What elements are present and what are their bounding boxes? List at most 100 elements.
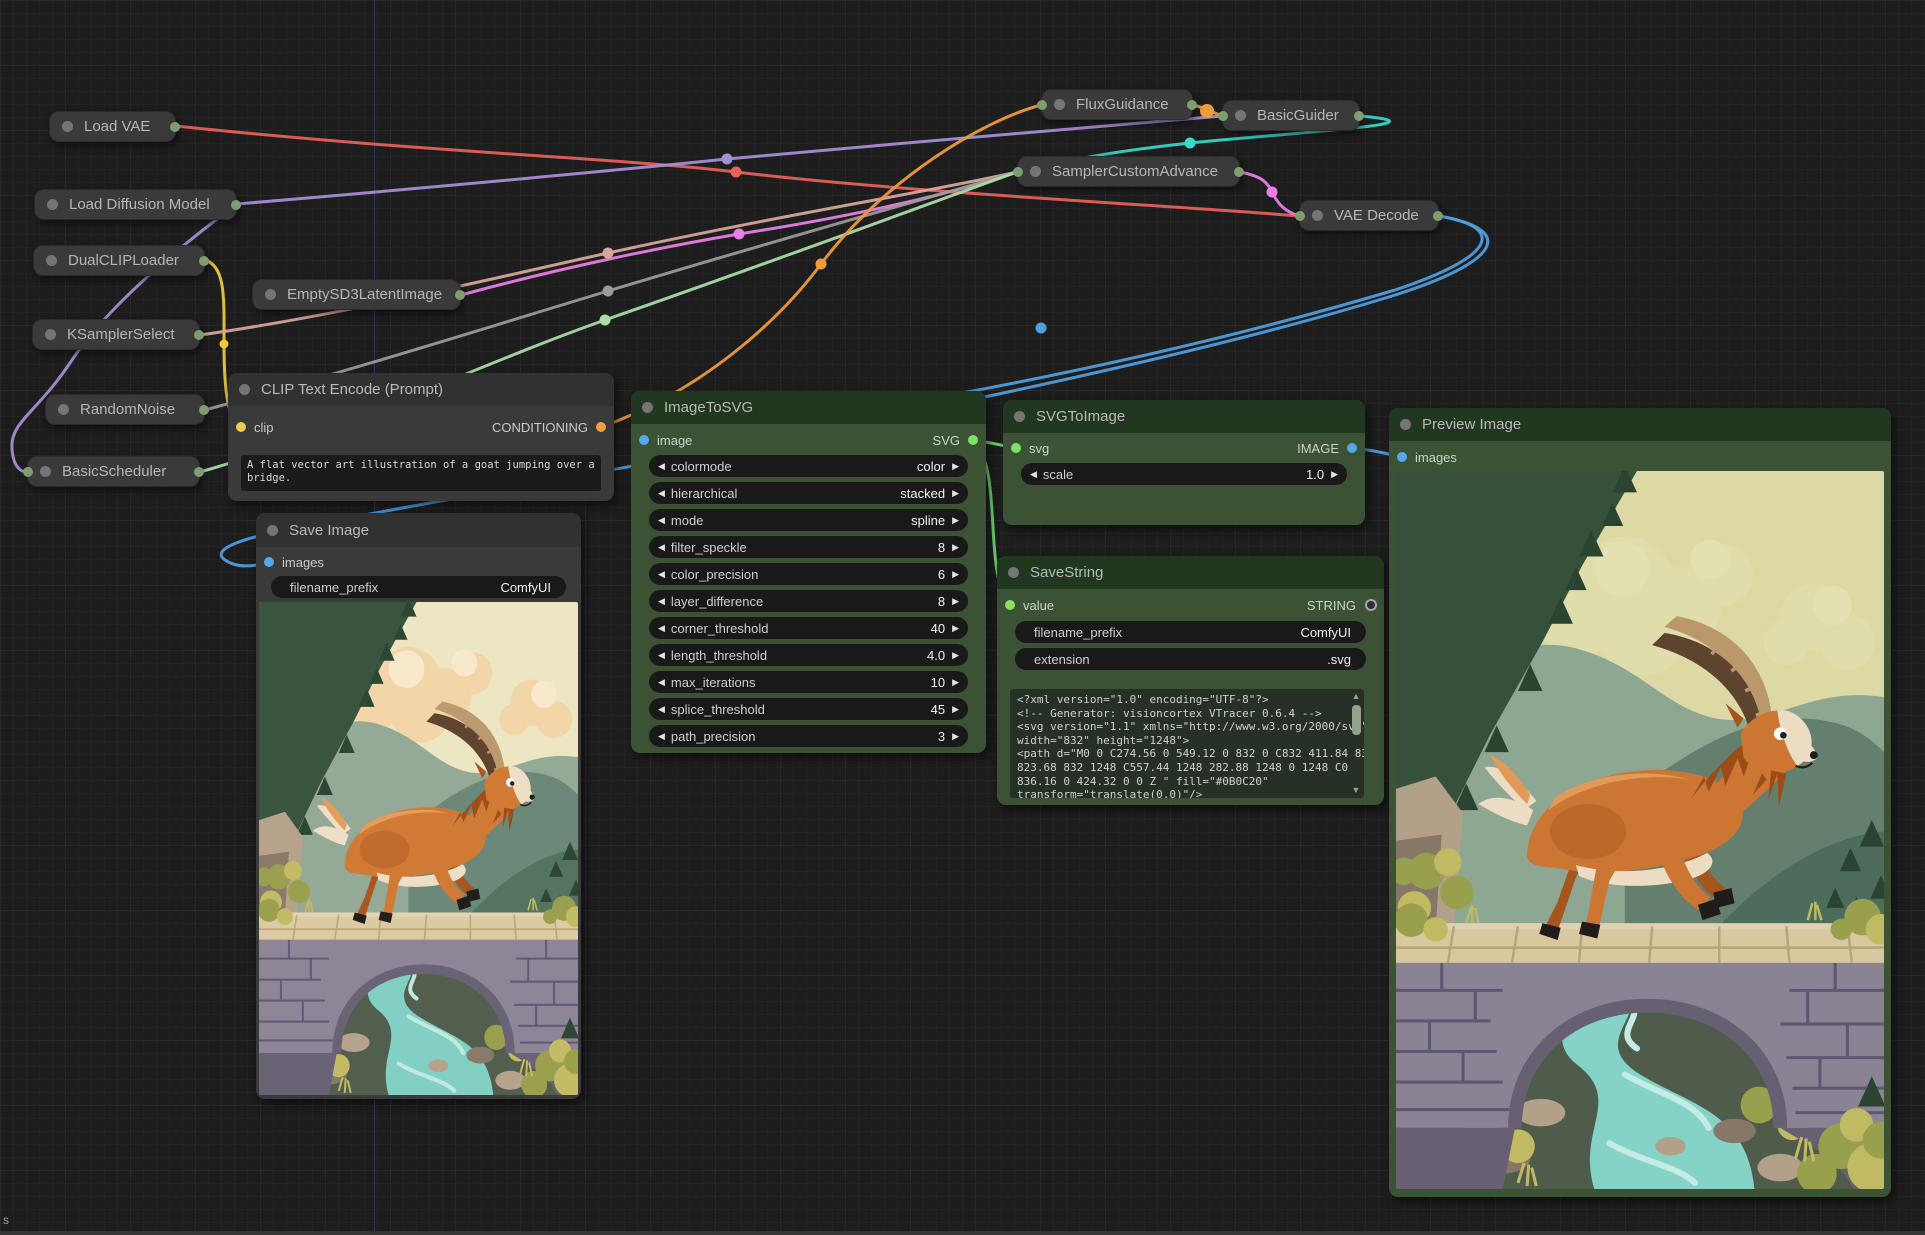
node-svgtoimage[interactable]: SVGToImage svg IMAGE ◀scale1.0▶ bbox=[1003, 400, 1365, 525]
collapse-toggle-icon[interactable] bbox=[239, 384, 250, 395]
string-output-port[interactable] bbox=[1365, 599, 1377, 611]
decrement-icon[interactable]: ◀ bbox=[658, 677, 665, 688]
saved-image-preview[interactable] bbox=[259, 602, 578, 1095]
collapse-toggle-icon[interactable] bbox=[642, 402, 653, 413]
collapse-toggle-icon[interactable] bbox=[1014, 411, 1025, 422]
increment-icon[interactable]: ▶ bbox=[952, 650, 959, 661]
node-fluxguidance[interactable]: FluxGuidance bbox=[1041, 89, 1193, 120]
clip-input-port[interactable] bbox=[236, 422, 246, 432]
value-input-port[interactable] bbox=[1005, 600, 1015, 610]
preview-image-output[interactable] bbox=[1396, 471, 1884, 1189]
widget-splice_threshold[interactable]: ◀splice_threshold45▶ bbox=[649, 698, 968, 720]
collapse-toggle-icon[interactable] bbox=[58, 404, 69, 415]
svg-output-port[interactable] bbox=[968, 435, 978, 445]
node-vae-decode[interactable]: VAE Decode bbox=[1299, 200, 1439, 231]
widget-length_threshold[interactable]: ◀length_threshold4.0▶ bbox=[649, 644, 968, 666]
widget-corner_threshold[interactable]: ◀corner_threshold40▶ bbox=[649, 617, 968, 639]
prompt-textarea[interactable]: A flat vector art illustration of a goat… bbox=[241, 455, 601, 491]
node-samplercustomadvance[interactable]: SamplerCustomAdvance bbox=[1017, 156, 1240, 187]
widget-filename_prefix[interactable]: filename_prefixComfyUI bbox=[271, 576, 566, 598]
input-port[interactable] bbox=[1013, 167, 1023, 177]
decrement-icon[interactable]: ◀ bbox=[658, 488, 665, 499]
node-header[interactable]: Preview Image bbox=[1389, 408, 1891, 441]
node-graph-canvas[interactable]: Load VAE Load Diffusion Model DualCLIPLo… bbox=[0, 0, 1925, 1235]
svg-input-port[interactable] bbox=[1011, 443, 1021, 453]
node-clip-text-encode[interactable]: CLIP Text Encode (Prompt) clip CONDITION… bbox=[228, 373, 614, 501]
node-basicscheduler[interactable]: BasicScheduler bbox=[27, 456, 200, 487]
node-randomnoise[interactable]: RandomNoise bbox=[45, 394, 205, 425]
widget-hierarchical[interactable]: ◀hierarchicalstacked▶ bbox=[649, 482, 968, 504]
decrement-icon[interactable]: ◀ bbox=[658, 542, 665, 553]
increment-icon[interactable]: ▶ bbox=[952, 542, 959, 553]
node-header[interactable]: SaveString bbox=[997, 556, 1384, 589]
collapse-toggle-icon[interactable] bbox=[265, 289, 276, 300]
collapse-toggle-icon[interactable] bbox=[1054, 99, 1065, 110]
collapse-toggle-icon[interactable] bbox=[40, 466, 51, 477]
output-port[interactable] bbox=[170, 122, 180, 132]
widget-color_precision[interactable]: ◀color_precision6▶ bbox=[649, 563, 968, 585]
conditioning-output-port[interactable] bbox=[596, 422, 606, 432]
decrement-icon[interactable]: ◀ bbox=[658, 596, 665, 607]
images-input-port[interactable] bbox=[264, 557, 274, 567]
svg-code-textarea[interactable]: <?xml version="1.0" encoding="UTF-8"?> <… bbox=[1010, 689, 1364, 798]
widget-max_iterations[interactable]: ◀max_iterations10▶ bbox=[649, 671, 968, 693]
widget-path_precision[interactable]: ◀path_precision3▶ bbox=[649, 725, 968, 747]
decrement-icon[interactable]: ◀ bbox=[658, 650, 665, 661]
decrement-icon[interactable]: ◀ bbox=[658, 623, 665, 634]
input-port[interactable] bbox=[1218, 111, 1228, 121]
widget-filename_prefix[interactable]: filename_prefixComfyUI bbox=[1015, 621, 1366, 643]
increment-icon[interactable]: ▶ bbox=[1331, 469, 1338, 480]
increment-icon[interactable]: ▶ bbox=[952, 515, 959, 526]
widget-extension[interactable]: extension.svg bbox=[1015, 648, 1366, 670]
decrement-icon[interactable]: ◀ bbox=[658, 704, 665, 715]
collapse-toggle-icon[interactable] bbox=[45, 329, 56, 340]
node-header[interactable]: SVGToImage bbox=[1003, 400, 1365, 433]
node-basicguider[interactable]: BasicGuider bbox=[1222, 100, 1360, 131]
decrement-icon[interactable]: ◀ bbox=[1030, 469, 1037, 480]
output-port[interactable] bbox=[199, 405, 209, 415]
output-port[interactable] bbox=[1234, 167, 1244, 177]
node-header[interactable]: Save Image bbox=[256, 513, 581, 547]
decrement-icon[interactable]: ◀ bbox=[658, 515, 665, 526]
node-emptysd3latentimage[interactable]: EmptySD3LatentImage bbox=[252, 279, 461, 310]
scrollbar-thumb[interactable] bbox=[1352, 705, 1361, 735]
input-port[interactable] bbox=[1037, 100, 1047, 110]
output-port[interactable] bbox=[455, 290, 465, 300]
increment-icon[interactable]: ▶ bbox=[952, 704, 959, 715]
widget-colormode[interactable]: ◀colormodecolor▶ bbox=[649, 455, 968, 477]
collapse-toggle-icon[interactable] bbox=[1030, 166, 1041, 177]
collapse-toggle-icon[interactable] bbox=[1008, 567, 1019, 578]
node-save-image[interactable]: Save Image images filename_prefixComfyUI bbox=[256, 513, 581, 1099]
increment-icon[interactable]: ▶ bbox=[952, 461, 959, 472]
node-dualcliploader[interactable]: DualCLIPLoader bbox=[33, 245, 205, 276]
widget-mode[interactable]: ◀modespline▶ bbox=[649, 509, 968, 531]
decrement-icon[interactable]: ◀ bbox=[658, 461, 665, 472]
input-port[interactable] bbox=[1295, 211, 1305, 221]
decrement-icon[interactable]: ◀ bbox=[658, 731, 665, 742]
node-load-vae[interactable]: Load VAE bbox=[49, 111, 176, 142]
output-port[interactable] bbox=[1187, 100, 1197, 110]
image-input-port[interactable] bbox=[639, 435, 649, 445]
increment-icon[interactable]: ▶ bbox=[952, 731, 959, 742]
output-port[interactable] bbox=[1354, 111, 1364, 121]
widget-filter_speckle[interactable]: ◀filter_speckle8▶ bbox=[649, 536, 968, 558]
increment-icon[interactable]: ▶ bbox=[952, 488, 959, 499]
input-port[interactable] bbox=[23, 467, 33, 477]
node-preview-image[interactable]: Preview Image images bbox=[1389, 408, 1891, 1197]
node-ksamplerselect[interactable]: KSamplerSelect bbox=[32, 319, 200, 350]
collapse-toggle-icon[interactable] bbox=[1312, 210, 1323, 221]
collapse-toggle-icon[interactable] bbox=[1400, 419, 1411, 430]
decrement-icon[interactable]: ◀ bbox=[658, 569, 665, 580]
collapse-toggle-icon[interactable] bbox=[62, 121, 73, 132]
increment-icon[interactable]: ▶ bbox=[952, 623, 959, 634]
increment-icon[interactable]: ▶ bbox=[952, 677, 959, 688]
increment-icon[interactable]: ▶ bbox=[952, 569, 959, 580]
node-header[interactable]: ImageToSVG bbox=[631, 391, 986, 424]
scroll-down-icon[interactable]: ▼ bbox=[1350, 786, 1362, 795]
images-input-port[interactable] bbox=[1397, 452, 1407, 462]
output-port[interactable] bbox=[199, 256, 209, 266]
collapse-toggle-icon[interactable] bbox=[1235, 110, 1246, 121]
node-header[interactable]: CLIP Text Encode (Prompt) bbox=[228, 373, 614, 406]
output-port[interactable] bbox=[194, 330, 204, 340]
widget-layer_difference[interactable]: ◀layer_difference8▶ bbox=[649, 590, 968, 612]
